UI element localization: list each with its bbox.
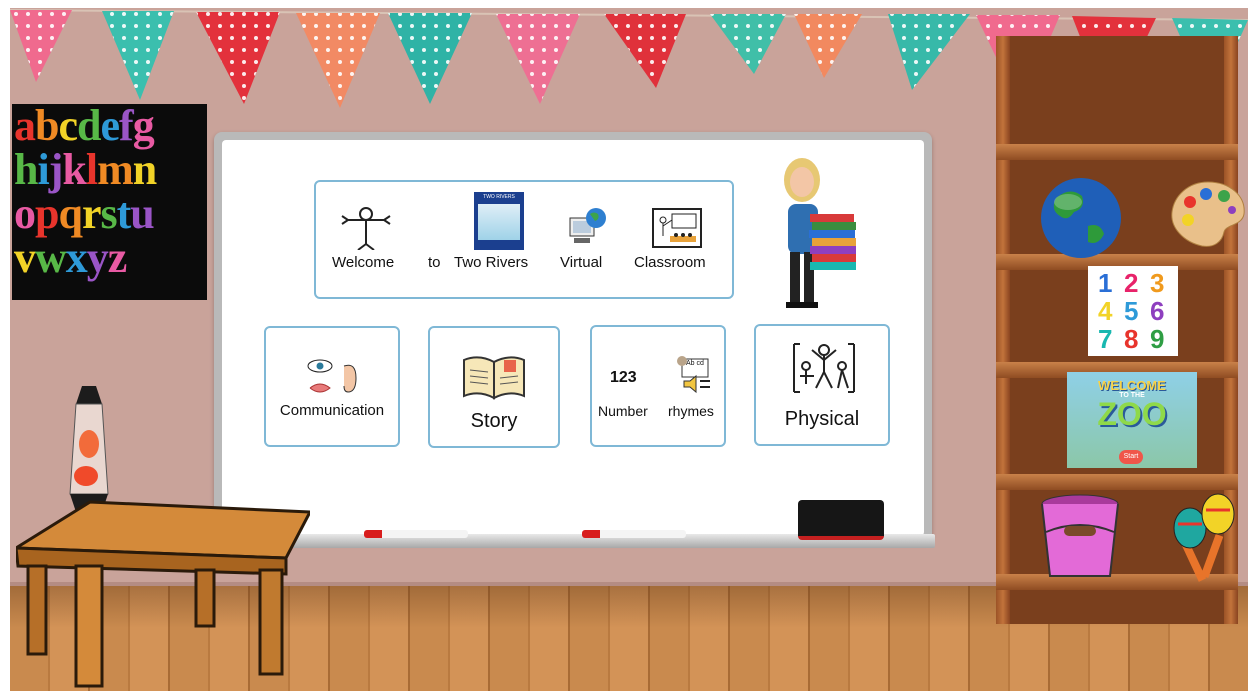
number-digit: 1	[1098, 268, 1113, 298]
alphabet-letter: a	[14, 101, 36, 150]
school-logo-text: TWO RIVERS	[483, 194, 515, 200]
banner-word-to: to	[428, 254, 441, 271]
paint-palette-icon[interactable]	[1170, 180, 1246, 250]
alphabet-letter: w	[35, 233, 67, 282]
alphabet-letter: f	[119, 101, 134, 150]
alphabet-letter: p	[35, 189, 60, 238]
alphabet-letter: m	[97, 145, 134, 194]
pink-bucket-icon[interactable]	[1038, 492, 1122, 582]
alphabet-letter: r	[81, 189, 102, 238]
computer-globe-icon	[569, 208, 606, 243]
alphabet-letter: g	[132, 101, 155, 150]
alphabet-letter: s	[100, 189, 118, 238]
zoo-start-button[interactable]: Start	[1119, 450, 1143, 464]
rhymes-abc-text: Ab cd	[686, 360, 704, 367]
alphabet-row: hijklmn	[12, 148, 207, 192]
zoo-title-big: ZOO	[1097, 396, 1167, 432]
story-card[interactable]: Story	[428, 326, 560, 448]
number-label: Number	[598, 403, 648, 419]
open-book-icon	[463, 356, 525, 400]
school-logo: TWO RIVERS	[474, 192, 524, 250]
number-digit: 3	[1150, 268, 1165, 298]
number-digit: 5	[1124, 296, 1139, 326]
zoo-start-label: Start	[1123, 453, 1139, 460]
alphabet-letter: x	[65, 233, 88, 282]
alphabet-letter: e	[100, 101, 121, 150]
physical-label: Physical	[784, 408, 860, 430]
alphabet-letter: b	[35, 101, 60, 150]
alphabet-letter: t	[116, 189, 132, 238]
rhymes-label: rhymes	[668, 403, 714, 419]
alphabet-row: opqrstu	[12, 192, 207, 236]
alphabet-letter: u	[130, 189, 155, 238]
alphabet-letter: i	[37, 145, 49, 194]
number-digit: 4	[1098, 296, 1113, 326]
eye-ear-mouth-icon	[307, 359, 357, 393]
alphabet-letter: l	[85, 145, 98, 194]
physical-card[interactable]: Physical	[754, 324, 890, 446]
alphabet-letter: c	[58, 101, 78, 150]
number-123-text: 123	[610, 369, 637, 386]
zoo-title-top: WELCOME	[1098, 378, 1166, 393]
banner-word-classroom: Classroom	[634, 254, 706, 271]
number-digit: 8	[1124, 324, 1139, 354]
wooden-table	[16, 500, 310, 688]
board-eraser	[798, 500, 884, 540]
alphabet-letter: d	[77, 101, 102, 150]
globe-icon[interactable]	[1038, 176, 1124, 260]
banner-word-virtual: Virtual	[560, 254, 603, 271]
maracas-icon[interactable]	[1168, 490, 1238, 582]
alphabet-letter: z	[107, 233, 128, 282]
alphabet-letter: o	[14, 189, 36, 238]
alphabet-letter: q	[58, 189, 83, 238]
banner-word-two-rivers: Two Rivers	[454, 254, 529, 271]
story-label: Story	[470, 410, 518, 432]
welcome-banner[interactable]: Welcome to TWO RIVERS Two Rivers Virtual…	[314, 180, 734, 299]
physical-activity-icon	[793, 343, 855, 393]
communication-card[interactable]: Communication	[264, 326, 400, 447]
number-digit: 9	[1150, 324, 1165, 354]
welcome-to-the-zoo-game[interactable]: WELCOME TO THE ZOO Start	[1067, 372, 1197, 468]
book-stack	[809, 214, 856, 270]
number-digit: 7	[1098, 324, 1113, 354]
number-card[interactable]: 1 2 3 4 5 6 7 8 9	[1088, 266, 1178, 356]
number-digit: 2	[1124, 268, 1139, 298]
welcome-wave-icon	[341, 207, 391, 250]
teacher-avatar	[784, 158, 856, 308]
classroom-icon	[652, 208, 702, 248]
number-digit: 6	[1150, 296, 1165, 326]
number-rhymes-card[interactable]: 123 Ab cd Number rhymes	[590, 325, 726, 447]
alphabet-letter: k	[62, 145, 87, 194]
alphabet-letter: y	[86, 233, 109, 282]
communication-label: Communication	[279, 402, 385, 419]
alphabet-letter: n	[132, 145, 158, 194]
marker	[364, 530, 468, 538]
alphabet-letter: j	[48, 145, 64, 194]
alphabet-poster: abcdefg hijklmn opqrstu vwxyz	[12, 104, 207, 300]
banner-word-welcome: Welcome	[332, 254, 395, 271]
alphabet-row: abcdefg	[12, 104, 207, 148]
alphabet-letter: v	[14, 233, 36, 282]
alphabet-row: vwxyz	[12, 236, 207, 280]
alphabet-letter: h	[14, 145, 39, 194]
marker	[582, 530, 686, 538]
